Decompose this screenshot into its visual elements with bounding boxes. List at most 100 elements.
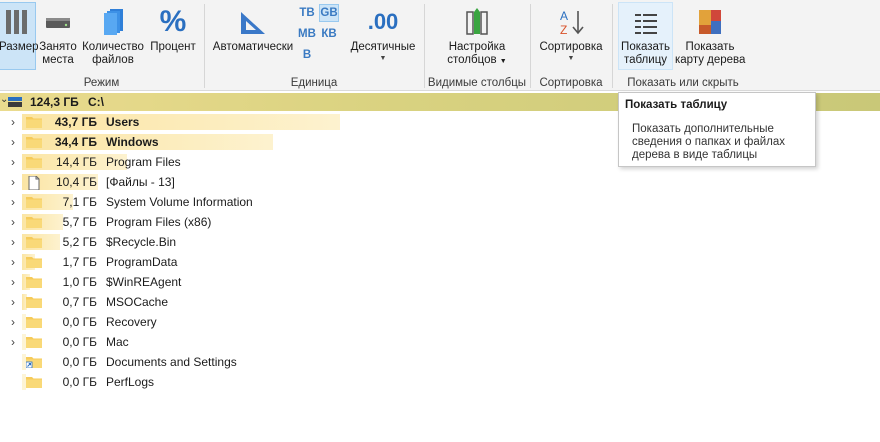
group-show: Показать таблицу Показать карту дерева П… <box>613 0 753 91</box>
root-name: C:\ <box>88 95 104 109</box>
chevron-right-icon[interactable]: › <box>11 275 21 289</box>
group-show-label: Показать или скрыть <box>627 77 739 89</box>
tree-row[interactable]: › 1,0 ГБ $WinREAgent <box>0 272 880 292</box>
chevron-right-icon[interactable]: › <box>11 115 21 129</box>
tree-row[interactable]: › 0,7 ГБ MSOCache <box>0 292 880 312</box>
folder-icon <box>26 236 42 248</box>
item-name: $WinREAgent <box>106 275 182 289</box>
unit-mb[interactable]: МВ <box>297 25 317 43</box>
folder-icon <box>26 116 42 128</box>
folder-icon <box>26 136 42 148</box>
unit-tb[interactable]: ТВ <box>297 4 317 22</box>
item-name: Mac <box>106 335 129 349</box>
ruler-triangle-icon <box>210 7 296 37</box>
item-size: 5,2 ГБ <box>62 235 97 249</box>
item-name: Program Files (x86) <box>106 215 212 229</box>
tree-row[interactable]: 0,0 ГБ PerfLogs <box>0 372 880 392</box>
decimals-icon: .00 <box>367 9 399 34</box>
chevron-down-icon: ▼ <box>379 55 387 62</box>
tooltip-title: Показать таблицу <box>625 99 728 111</box>
tree-row[interactable]: › 7,1 ГБ System Volume Information <box>0 192 880 212</box>
count-label-2: файлов <box>92 54 134 66</box>
item-name: [Файлы - 13] <box>106 175 175 189</box>
show-treemap-button[interactable]: Показать карту дерева <box>674 2 746 70</box>
decimals-label: Десятичные <box>350 41 416 53</box>
percent-label: Процент <box>150 41 196 53</box>
file-count-mode-button[interactable]: Количество файлов <box>80 2 146 70</box>
unit-kb[interactable]: КВ <box>319 25 339 43</box>
root-size: 124,3 ГБ <box>30 95 79 109</box>
tree-row[interactable]: › 5,2 ГБ $Recycle.Bin <box>0 232 880 252</box>
columns-label-2-text: столбцов <box>447 54 497 66</box>
item-name: Program Files <box>106 155 181 169</box>
item-name: Recovery <box>106 315 157 329</box>
item-size: 0,0 ГБ <box>62 375 97 389</box>
tree-row[interactable]: › 1,7 ГБ ProgramData <box>0 252 880 272</box>
folder-icon <box>26 256 42 268</box>
item-size: 1,0 ГБ <box>62 275 97 289</box>
folder-shortcut-icon <box>25 356 42 369</box>
folder-icon <box>26 376 42 388</box>
bars-icon <box>0 7 35 37</box>
chevron-down-icon: ▼ <box>567 55 575 62</box>
folder-icon <box>26 296 42 308</box>
treemap-label-1: Показать <box>685 41 735 53</box>
tree-row[interactable]: › 0,0 ГБ Recovery <box>0 312 880 332</box>
columns-icon <box>442 7 512 37</box>
chevron-right-icon[interactable]: › <box>11 195 21 209</box>
size-mode-label: Размер <box>0 41 39 53</box>
show-table-label-2: таблицу <box>623 54 668 66</box>
tree-row[interactable]: › 5,7 ГБ Program Files (x86) <box>0 212 880 232</box>
chevron-right-icon[interactable]: › <box>11 315 21 329</box>
chevron-right-icon[interactable]: › <box>11 215 21 229</box>
unit-selector: ТВ GB МВ КВ В <box>297 4 341 64</box>
allocated-label-1: Занято <box>39 41 77 53</box>
chevron-right-icon[interactable]: › <box>11 135 21 149</box>
group-sort-label: Сортировка <box>539 77 603 89</box>
size-mode-button[interactable]: Размер <box>0 2 39 70</box>
sort-label: Сортировка <box>539 41 603 53</box>
item-size: 1,7 ГБ <box>62 255 97 269</box>
auto-unit-button[interactable]: Автоматически <box>209 2 297 70</box>
chevron-right-icon[interactable]: › <box>11 335 21 349</box>
svg-text:A: A <box>560 9 568 23</box>
show-table-button[interactable]: Показать таблицу <box>618 2 673 70</box>
sort-button[interactable]: AZ Сортировка ▼ <box>535 2 607 70</box>
item-name: Documents and Settings <box>106 355 237 369</box>
chevron-right-icon[interactable]: › <box>11 155 21 169</box>
group-mode: Размер Занято места Количество файлов % … <box>0 0 203 91</box>
tree-row[interactable]: › 10,4 ГБ [Файлы - 13] <box>0 172 880 192</box>
percent-icon: % <box>159 5 187 38</box>
chevron-right-icon[interactable]: › <box>11 255 21 269</box>
unit-gb[interactable]: GB <box>319 4 339 22</box>
sort-az-icon: AZ <box>536 7 606 37</box>
group-columns-label: Видимые столбцы <box>427 77 527 89</box>
item-size: 34,4 ГБ <box>54 135 97 149</box>
item-size: 10,4 ГБ <box>55 175 97 189</box>
allocated-mode-button[interactable]: Занято места <box>37 2 79 70</box>
group-sort: AZ Сортировка ▼ Сортировка <box>531 0 611 91</box>
table-list-icon <box>619 7 672 37</box>
ribbon: Размер Занято места Количество файлов % … <box>0 0 880 91</box>
columns-label-2: столбцов ▼ <box>442 54 512 68</box>
folder-icon <box>26 196 42 208</box>
tree-row[interactable]: 0,0 ГБ Documents and Settings <box>0 352 880 372</box>
chevron-right-icon[interactable]: › <box>11 235 21 249</box>
item-size: 14,4 ГБ <box>55 155 97 169</box>
chevron-right-icon[interactable]: › <box>11 295 21 309</box>
show-table-label-1: Показать <box>621 41 670 53</box>
item-name: ProgramData <box>106 255 178 269</box>
group-mode-label: Режим <box>83 77 120 89</box>
treemap-label-2: карту дерева <box>675 54 746 66</box>
unit-b[interactable]: В <box>297 46 317 64</box>
folder-icon <box>26 216 42 228</box>
chevron-right-icon[interactable]: › <box>11 175 21 189</box>
columns-config-button[interactable]: Настройка столбцов ▼ <box>441 2 513 70</box>
group-columns: Настройка столбцов ▼ Видимые столбцы <box>425 0 529 91</box>
item-size: 5,7 ГБ <box>62 215 97 229</box>
tooltip-body: Показать дополнительные сведения о папка… <box>632 123 785 161</box>
tree-row[interactable]: › 0,0 ГБ Mac <box>0 332 880 352</box>
decimals-button[interactable]: .00 Десятичные ▼ <box>347 2 419 70</box>
item-name: Users <box>106 115 140 129</box>
percent-mode-button[interactable]: % Процент <box>147 2 199 70</box>
